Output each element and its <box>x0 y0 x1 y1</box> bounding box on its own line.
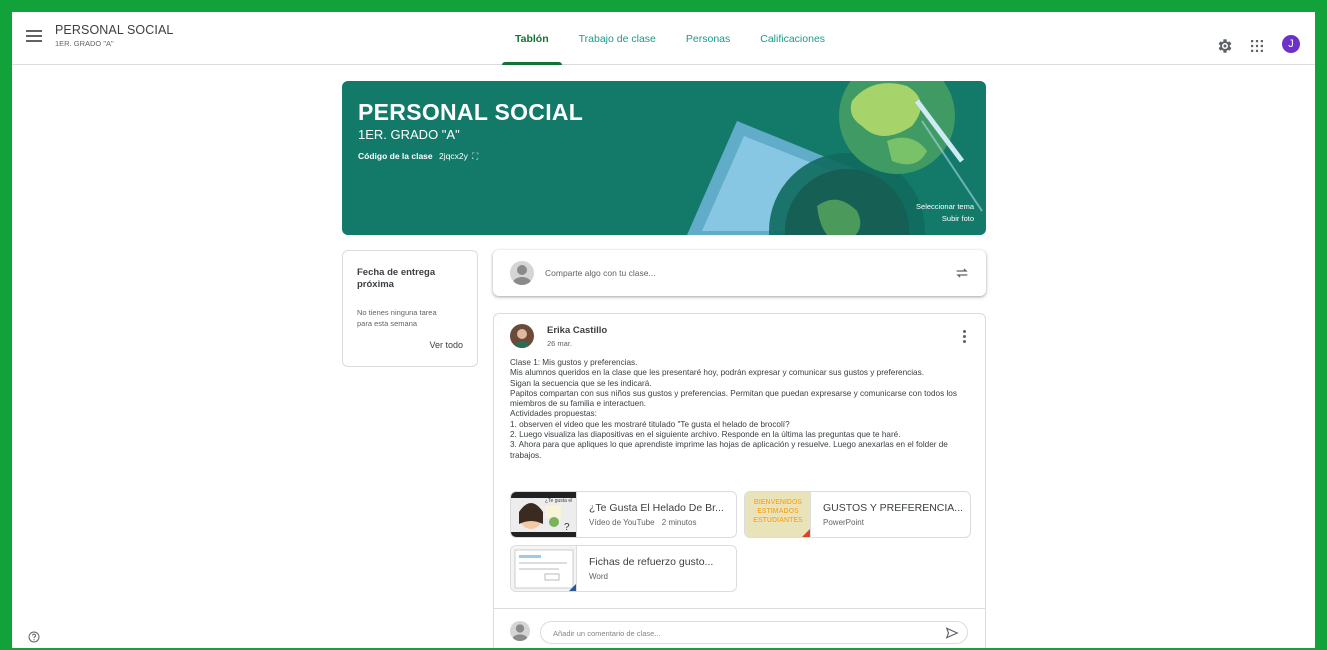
attachment-meta: Vídeo de YouTube 2 minutos <box>589 518 696 527</box>
attachment-title: ¿Te Gusta El Helado De Br... <box>589 502 724 514</box>
attachment-youtube[interactable]: ? ¿Te gusta el ¿Te Gusta El Helado De Br… <box>510 491 737 538</box>
banner-subtitle: 1ER. GRADO "A" <box>358 127 460 142</box>
post-date: 26 mar. <box>547 339 573 348</box>
slides-thumbnail-text: BIENVENIDOS ESTIMADOS ESTUDIANTES <box>753 499 803 524</box>
person-icon <box>512 624 528 641</box>
svg-text:?: ? <box>564 522 570 533</box>
tab-classwork[interactable]: Trabajo de clase <box>564 12 671 65</box>
post-line: Actividades propuestas: <box>510 409 597 419</box>
post-line: Clase 1: Mis gustos y preferencias. <box>510 358 638 367</box>
post-body: Clase 1: Mis gustos y preferencias. Mis … <box>510 358 976 461</box>
tab-bar: Tablón Trabajo de clase Personas Calific… <box>500 12 840 65</box>
class-code-value: 2jqcx2y <box>439 151 468 161</box>
upcoming-card: Fecha de entrega próxima No tienes ningu… <box>342 250 478 367</box>
announcement-post: Erika Castillo 26 mar. Clase 1: Mis gust… <box>493 313 986 648</box>
tab-stream[interactable]: Tablón <box>500 12 564 65</box>
post-line: Mis alumnos queridos en la clase que les… <box>510 368 924 378</box>
attachment-word[interactable]: Fichas de refuerzo gusto... Word <box>510 545 737 592</box>
upcoming-title: Fecha de entrega próxima <box>357 267 436 290</box>
class-banner: PERSONAL SOCIAL 1ER. GRADO "A" Código de… <box>342 81 986 235</box>
post-line: 3. Ahora para que apliques lo que aprend… <box>510 440 948 460</box>
author-photo-icon <box>514 329 530 348</box>
main-menu-icon[interactable] <box>26 30 42 44</box>
comment-placeholder: Añadir un comentario de clase... <box>553 629 661 638</box>
tab-grades[interactable]: Calificaciones <box>745 12 840 65</box>
attachment-type: PowerPoint <box>823 518 864 527</box>
attachment-title: Fichas de refuerzo gusto... <box>589 556 714 568</box>
tab-people[interactable]: Personas <box>671 12 745 65</box>
top-bar: PERSONAL SOCIAL 1ER. GRADO "A" Tablón Tr… <box>12 12 1315 65</box>
doc-thumbnail <box>511 546 577 591</box>
post-line: Papitos compartan con sus niños sus gust… <box>510 388 957 409</box>
post-line: Sigan la secuencia que se les indicará. <box>510 378 652 388</box>
class-title-block[interactable]: PERSONAL SOCIAL 1ER. GRADO "A" <box>55 23 173 48</box>
attachment-title: GUSTOS Y PREFERENCIA... <box>823 502 963 514</box>
share-box[interactable]: Comparte algo con tu clase... <box>493 250 986 296</box>
apps-grid-icon[interactable] <box>1248 37 1266 55</box>
author-avatar <box>510 324 534 348</box>
user-avatar <box>510 261 534 285</box>
comment-divider <box>494 608 985 609</box>
select-theme-link[interactable]: Seleccionar tema <box>916 202 974 211</box>
banner-title: PERSONAL SOCIAL <box>358 99 584 125</box>
more-options-icon[interactable] <box>963 330 967 345</box>
thumbnail-caption: ¿Te gusta el <box>545 498 573 504</box>
class-section: 1ER. GRADO "A" <box>55 39 114 48</box>
slides-thumbnail: BIENVENIDOS ESTIMADOS ESTUDIANTES <box>745 492 811 537</box>
attachment-duration: 2 minutos <box>661 518 697 527</box>
attachment-type: Vídeo de YouTube <box>589 518 655 527</box>
class-name: PERSONAL SOCIAL <box>55 23 174 37</box>
post-line: 1. observen el video que les mostraré ti… <box>510 419 790 429</box>
attachment-powerpoint[interactable]: BIENVENIDOS ESTIMADOS ESTUDIANTES GUSTOS… <box>744 491 971 538</box>
view-all-link[interactable]: Ver todo <box>429 340 463 350</box>
account-avatar[interactable]: J <box>1282 35 1300 53</box>
share-placeholder[interactable]: Comparte algo con tu clase... <box>545 268 656 278</box>
powerpoint-corner-icon <box>802 529 810 537</box>
comment-input[interactable]: Añadir un comentario de clase... <box>540 621 968 644</box>
doc-thumbnail-image <box>514 549 576 591</box>
fullscreen-icon[interactable]: ⛶ <box>472 151 478 161</box>
upload-photo-link[interactable]: Subir foto <box>942 214 974 223</box>
settings-gear-icon[interactable] <box>1216 37 1234 55</box>
class-code: Código de la clase 2jqcx2y ⛶ <box>358 151 478 162</box>
repost-icon[interactable] <box>954 265 970 281</box>
attachment-type: Word <box>589 572 608 581</box>
person-icon <box>513 265 531 285</box>
commenter-avatar <box>510 621 530 641</box>
send-icon[interactable] <box>945 626 959 640</box>
post-author: Erika Castillo <box>547 325 608 336</box>
classroom-window: PERSONAL SOCIAL 1ER. GRADO "A" Tablón Tr… <box>12 12 1315 648</box>
class-code-label: Código de la clase <box>358 151 433 161</box>
help-icon[interactable] <box>28 631 40 643</box>
upcoming-empty-text: No tienes ninguna tarea para esta semana <box>357 308 437 328</box>
video-thumbnail: ? ¿Te gusta el <box>511 492 577 537</box>
post-line: 2. Luego visualiza las diapositivas en e… <box>510 430 901 440</box>
